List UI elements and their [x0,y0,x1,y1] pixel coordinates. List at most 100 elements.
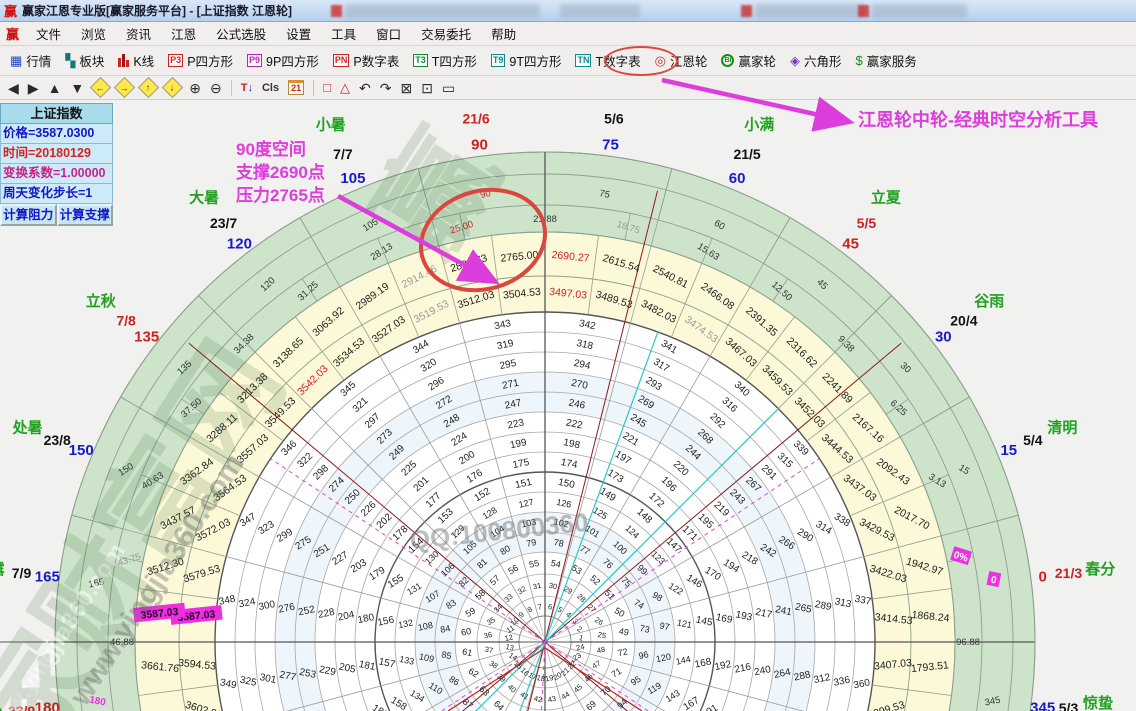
toolbar-button-赢家服务[interactable]: $赢家服务 [856,51,917,70]
menu-item-9[interactable]: 帮助 [482,21,525,46]
secondary-toolbar: ◀ ▶ ▲ ▼ ←→↑↓ ⊕ ⊖ T↓ Cls 21 □ △ ↶ ↷ ⊠ ⊡ ▭ [0,76,1136,100]
svg-text:惊蛰: 惊蛰 [1083,694,1113,711]
toolbar-button-9P四方形[interactable]: P99P四方形 [247,51,319,70]
svg-text:42: 42 [533,694,543,704]
hexagon-icon: ◈ [790,54,800,67]
svg-text:85: 85 [441,649,453,661]
menu-item-2[interactable]: 资讯 [117,21,160,46]
svg-text:处暑: 处暑 [12,419,43,437]
rotate-ccw-icon[interactable]: ↶ [359,80,371,96]
app-logo-icon: 赢 [4,1,17,20]
svg-text:60: 60 [460,626,472,638]
toolbar-button-T数字表[interactable]: TNT数字表 [575,51,640,70]
pan-right-icon[interactable]: → [114,77,135,98]
svg-text:43: 43 [547,694,557,704]
svg-text:345: 345 [1030,700,1055,711]
svg-text:小暑: 小暑 [316,116,346,134]
pan-down-icon[interactable]: ↓ [162,77,183,98]
svg-text:20/4: 20/4 [950,313,977,329]
toolbar-button-行情[interactable]: ▦行情 [10,51,51,70]
expand-icon[interactable]: ⊠ [400,80,412,96]
pan-left-icon[interactable]: ← [90,77,111,98]
menu-item-5[interactable]: 设置 [277,21,320,46]
toolbar-label: K线 [133,51,154,70]
svg-text:立秋: 立秋 [86,292,117,310]
svg-text:5/5: 5/5 [857,215,877,231]
toolbar-label: 赢家轮 [738,51,776,70]
projector-icon[interactable]: ▭ [442,80,455,96]
menu-item-8[interactable]: 交易委托 [412,21,480,46]
blurred-tab [872,4,967,18]
toolbar-button-9T四方形[interactable]: T99T四方形 [491,51,562,70]
blurred-tab-icon [331,5,342,17]
svg-text:5/4: 5/4 [1023,432,1043,448]
svg-text:97: 97 [659,620,671,632]
toolbar-label: P四方形 [187,51,233,70]
svg-text:75: 75 [602,136,619,153]
svg-text:7/8: 7/8 [116,313,136,329]
toolbar-button-江恩轮[interactable]: ◎ 江恩轮 [655,51,708,70]
zoom-out-icon[interactable]: ⊖ [210,80,222,96]
t-square-icon: T3 [413,54,428,67]
service-icon: $ [856,54,863,67]
svg-text:15: 15 [1000,442,1017,459]
cls-button[interactable]: Cls [262,80,279,96]
toolbar-label: 9P四方形 [266,51,319,70]
svg-text:75: 75 [598,188,611,201]
svg-text:48: 48 [596,645,606,655]
toolbar-button-P四方形[interactable]: P3 P四方形 [168,51,233,70]
svg-text:96: 96 [638,649,650,661]
toolbar-label: 江恩轮 [670,51,708,70]
draw-square-icon[interactable]: □ [323,80,331,96]
calendar-icon[interactable]: 21 [288,80,304,95]
menu-item-6[interactable]: 工具 [322,21,365,46]
winner-wheel-icon: Bi [721,54,734,67]
nav-right-icon[interactable]: ▶ [28,80,39,96]
menu-item-0[interactable]: 文件 [27,21,70,46]
gann-wheel-chart: 1234567891011121314151617181920212223242… [0,100,1136,711]
svg-text:73: 73 [639,623,651,635]
title-bar: 赢 赢家江恩专业版[赢家服务平台] - [上证指数 江恩轮] [0,0,1136,22]
toolbar-button-六角形[interactable]: ◈六角形 [790,51,842,70]
svg-text:0: 0 [1039,569,1047,586]
svg-text:7/7: 7/7 [333,146,353,162]
svg-text:135: 135 [134,328,159,345]
toolbar-button-P数字表[interactable]: PNP数字表 [333,51,399,70]
toolbar-button-赢家轮[interactable]: Bi 赢家轮 [721,51,776,70]
toolbar-separator [231,80,232,96]
app-logo-icon: 赢 [6,24,19,43]
rotate-cw-icon[interactable]: ↷ [380,80,392,96]
menu-item-3[interactable]: 江恩 [162,21,205,46]
menu-item-4[interactable]: 公式选股 [207,21,275,46]
toolbar-button-K线[interactable]: K线 [118,51,154,70]
toolbar-label: 9T四方形 [509,51,561,70]
p-square-icon: P3 [168,54,183,67]
toolbar-label: 板块 [79,51,104,70]
nav-left-icon[interactable]: ◀ [8,80,19,96]
calc-resistance-button[interactable]: 计算阻力 [0,204,57,226]
gann-wheel-icon: ◎ [655,54,666,67]
support-resistance-annotation: 90度空间 支撑2690点 压力2765点 [236,138,325,207]
svg-text:31: 31 [532,581,542,591]
draw-triangle-icon[interactable]: △ [340,80,350,96]
blurred-tab-icon [741,5,752,17]
blurred-tab-icon [858,5,869,17]
nav-down-icon[interactable]: ▼ [70,80,84,96]
toolbar-button-T四方形[interactable]: T3T四方形 [413,51,477,70]
t-updown-icon[interactable]: T↓ [241,80,253,96]
calc-support-button[interactable]: 计算支撑 [57,204,114,226]
toolbar-separator [313,80,314,96]
zoom-in-icon[interactable]: ⊕ [189,80,201,96]
svg-text:24: 24 [575,642,585,652]
pan-up-icon[interactable]: ↑ [138,77,159,98]
panel-row-2: 变换系数=1.00000 [0,164,113,184]
svg-text:60: 60 [729,170,746,187]
toolbar-button-板块[interactable]: ▚板块 [65,51,104,70]
menu-item-1[interactable]: 浏览 [72,21,115,46]
menu-item-7[interactable]: 窗口 [367,21,410,46]
svg-text:30: 30 [935,328,952,345]
quote-table-icon: ▦ [10,54,22,67]
shrink-icon[interactable]: ⊡ [421,80,433,96]
svg-text:大暑: 大暑 [189,189,219,207]
nav-up-icon[interactable]: ▲ [48,80,62,96]
